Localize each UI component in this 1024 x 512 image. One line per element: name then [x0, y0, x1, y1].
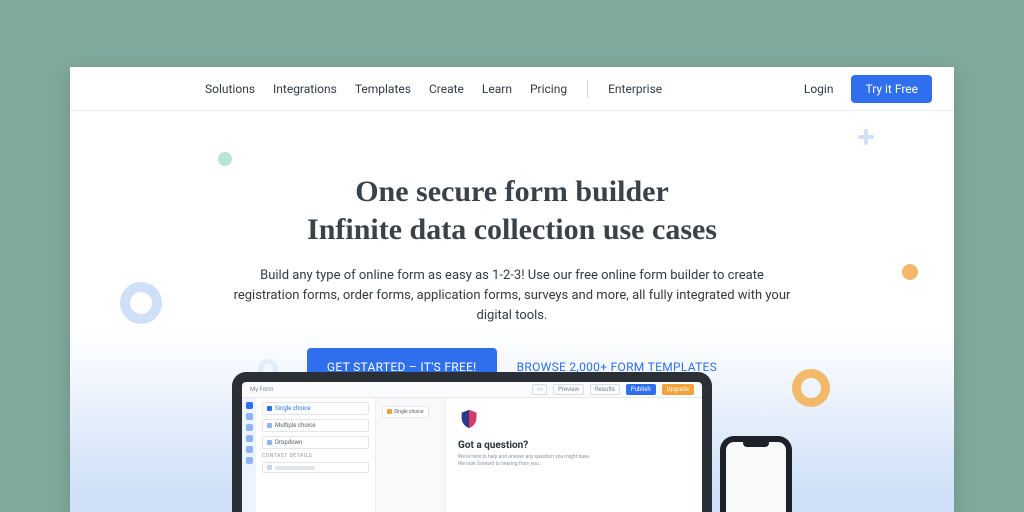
mock-toolbar-results: Results [590, 384, 620, 395]
page-card: Solutions Integrations Templates Create … [70, 67, 954, 512]
mock-toolbar-preview: Preview [553, 384, 584, 395]
rail-icon [246, 457, 253, 464]
mock-preview-panel: Got a question? We're here to help and a… [446, 398, 702, 512]
mock-section-label: CONTACT DETAILS [262, 453, 369, 459]
field-icon [267, 465, 272, 470]
nav-create[interactable]: Create [429, 82, 464, 96]
nav-right-group: Login Try it Free [804, 75, 932, 103]
mock-left-rail [242, 398, 256, 512]
device-mockups: My Form ‹ › Preview Results Publish Upgr… [232, 372, 792, 512]
nav-enterprise[interactable]: Enterprise [608, 82, 662, 96]
nav-pricing[interactable]: Pricing [530, 82, 567, 96]
placeholder-bar [275, 466, 315, 470]
nav-divider [587, 80, 588, 98]
mock-field-dropdown: Dropdown [262, 436, 369, 449]
rail-icon [246, 424, 253, 431]
phone-notch [743, 442, 769, 447]
mock-preview-subtitle: We're here to help and answer any questi… [458, 454, 598, 468]
laptop-mockup: My Form ‹ › Preview Results Publish Upgr… [232, 372, 712, 512]
mock-canvas-chip: Single choice [382, 406, 429, 418]
square-icon [387, 409, 392, 414]
hero-title-line1: One secure form builder [355, 175, 669, 208]
nav-solutions[interactable]: Solutions [205, 82, 255, 96]
mock-fields-panel: Single choice Multiple choice Dropdown C… [256, 398, 376, 512]
mock-field-label: Dropdown [275, 439, 302, 446]
mock-field-single-choice: Single choice [262, 402, 369, 415]
checkbox-icon [267, 423, 272, 428]
mock-toolbar-arrows: ‹ › [532, 384, 547, 395]
radio-icon [267, 406, 272, 411]
nav-learn[interactable]: Learn [482, 82, 512, 96]
hero-title: One secure form builder Infinite data co… [70, 173, 954, 250]
phone-mockup [720, 436, 792, 512]
rail-icon [246, 402, 253, 409]
hero-title-line2: Infinite data collection use cases [307, 213, 717, 246]
top-nav: Solutions Integrations Templates Create … [70, 67, 954, 111]
nav-templates[interactable]: Templates [355, 82, 411, 96]
mock-preview-title: Got a question? [458, 440, 690, 451]
rail-icon [246, 413, 253, 420]
nav-left-group: Solutions Integrations Templates Create … [205, 80, 662, 98]
nav-integrations[interactable]: Integrations [273, 82, 337, 96]
mock-app-title: My Form [250, 386, 274, 393]
shield-icon [458, 408, 480, 430]
rail-icon [246, 435, 253, 442]
hero-section: One secure form builder Infinite data co… [70, 111, 954, 386]
login-link[interactable]: Login [804, 82, 834, 96]
mock-field-multiple-choice: Multiple choice [262, 419, 369, 432]
mock-app-body: Single choice Multiple choice Dropdown C… [242, 398, 702, 512]
mock-canvas-panel: Single choice [376, 398, 446, 512]
mock-field-label: Multiple choice [275, 422, 316, 429]
hero-subtitle: Build any type of online form as easy as… [232, 266, 792, 326]
mock-toolbar-upgrade: Upgrade [662, 384, 694, 395]
dropdown-icon [267, 440, 272, 445]
mock-field-generic [262, 462, 369, 473]
mock-field-label: Single choice [275, 405, 310, 412]
mock-toolbar-publish: Publish [626, 384, 656, 395]
rail-icon [246, 446, 253, 453]
try-free-button[interactable]: Try it Free [851, 75, 932, 103]
mock-app-toolbar: My Form ‹ › Preview Results Publish Upgr… [242, 382, 702, 398]
mock-canvas-chip-label: Single choice [394, 409, 424, 415]
